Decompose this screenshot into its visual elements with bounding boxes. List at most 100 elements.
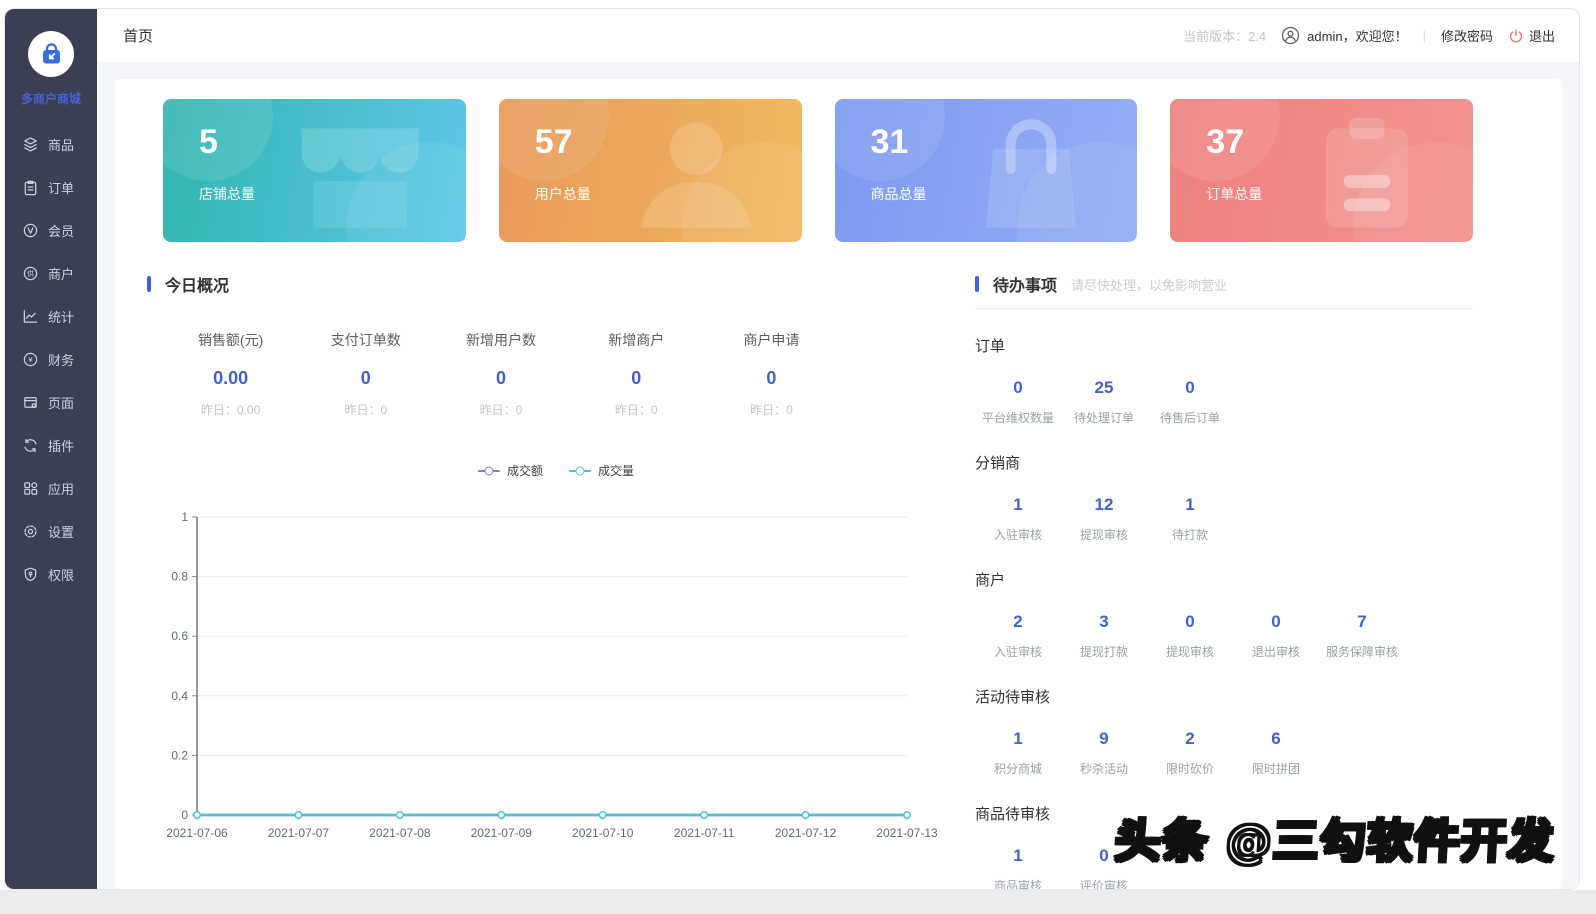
todo-item-label: 提现审核 <box>1165 645 1214 659</box>
svg-text:0: 0 <box>181 808 188 822</box>
today-stat-value: 0 <box>496 368 507 388</box>
plugin-refresh-icon <box>24 438 37 453</box>
sidebar-item-goods[interactable]: 商品 <box>5 123 97 166</box>
apps-grid-icon <box>24 482 38 495</box>
todo-item[interactable]: 1 待打款 <box>1147 495 1233 543</box>
sidebar-item-statistics[interactable]: 统计 <box>5 295 97 338</box>
toutiao-watermark: 头条 @三勾软件开发 <box>1112 813 1557 870</box>
sidebar-item-label: 页面 <box>48 396 75 411</box>
layers-icon <box>24 137 37 152</box>
legend-item-volume[interactable]: 成交量 <box>569 462 634 479</box>
todo-item[interactable]: 0 平台维权数量 <box>975 378 1061 426</box>
svg-text:2021-07-11: 2021-07-11 <box>674 826 735 840</box>
shield-icon <box>24 567 37 582</box>
todo-item[interactable]: 2 入驻审核 <box>975 612 1061 660</box>
sidebar-item-merchants[interactable]: 供 商户 <box>5 252 97 295</box>
svg-text:¥: ¥ <box>28 355 33 364</box>
todo-items-row: 1 积分商城 9 秒杀活动 2 限时砍价 6 限时拼团 <box>975 729 1473 777</box>
svg-text:0.6: 0.6 <box>171 629 188 643</box>
todo-item-label: 积分商城 <box>993 762 1042 776</box>
todo-item[interactable]: 6 限时拼团 <box>1233 729 1319 777</box>
svg-text:供: 供 <box>27 269 34 278</box>
sidebar-item-label: 会员 <box>48 224 75 239</box>
todo-item-value: 1 <box>1185 495 1195 514</box>
today-stat-merchant-applications: 商户申请 0 昨日：0 <box>704 330 839 418</box>
sidebar-item-label: 统计 <box>48 310 75 325</box>
brand-name: 多商户商城 <box>20 92 81 106</box>
svg-text:0.8: 0.8 <box>171 570 188 584</box>
today-stat-new-merchants: 新增商户 0 昨日：0 <box>569 330 704 418</box>
todo-item[interactable]: 0 退出审核 <box>1233 612 1319 660</box>
sidebar-menu: 商品 订单 会员 供 商户 统计 ¥ 财务 页面 插件 应用 设置 权限 <box>5 123 97 596</box>
todo-item-label: 评价审核 <box>1079 879 1128 889</box>
todo-subtitle: 请尽快处理，以免影响营业 <box>1071 277 1228 293</box>
today-stat-yesterday: 昨日：0 <box>614 403 658 417</box>
sidebar-item-apps[interactable]: 应用 <box>5 467 97 510</box>
sidebar-item-plugins[interactable]: 插件 <box>5 424 97 467</box>
todo-item-label: 提现打款 <box>1079 645 1128 659</box>
sidebar-item-members[interactable]: 会员 <box>5 209 97 252</box>
todo-item-label: 入驻审核 <box>993 645 1042 659</box>
legend-item-amount[interactable]: 成交额 <box>477 462 543 479</box>
header-right: 当前版本：2.4 admin，欢迎您！ | 修改密码 退出 <box>1183 26 1555 45</box>
stat-label: 商品总量 <box>870 186 927 202</box>
today-stat-label: 支付订单数 <box>330 332 401 348</box>
stat-value: 37 <box>1206 123 1245 161</box>
todo-item-value: 0 <box>1185 378 1195 397</box>
section-bar <box>147 276 151 292</box>
sidebar-item-permissions[interactable]: 权限 <box>5 553 97 596</box>
legend-marker-amount <box>477 469 500 472</box>
todo-item[interactable]: 1 商品审核 <box>975 846 1061 889</box>
todo-item-label: 秒杀活动 <box>1079 762 1128 776</box>
sidebar-item-label: 设置 <box>48 525 75 540</box>
today-stat-new-users: 新增用户数 0 昨日：0 <box>433 330 568 418</box>
todo-item-label: 限时砍价 <box>1165 762 1214 776</box>
change-password-button[interactable]: 修改密码 <box>1441 26 1493 45</box>
sidebar-item-label: 应用 <box>48 482 75 497</box>
todo-item[interactable]: 2 限时砍价 <box>1147 729 1233 777</box>
stat-label: 用户总量 <box>534 186 591 202</box>
sidebar-item-settings[interactable]: 设置 <box>5 510 97 553</box>
todo-item[interactable]: 1 积分商城 <box>975 729 1061 777</box>
todo-group-distributors: 分销商 1 入驻审核 12 提现审核 1 待打款 <box>975 452 1473 543</box>
todo-item-value: 0 <box>1271 612 1281 631</box>
todo-item-value: 7 <box>1357 612 1367 631</box>
todo-item-label: 待打款 <box>1171 528 1208 542</box>
svg-text:2021-07-13: 2021-07-13 <box>876 826 938 840</box>
todo-item[interactable]: 12 提现审核 <box>1061 495 1147 543</box>
avatar-icon <box>1282 26 1300 45</box>
todo-item[interactable]: 9 秒杀活动 <box>1061 729 1147 777</box>
line-chart-icon <box>23 310 38 323</box>
user-menu[interactable]: admin，欢迎您！ <box>1281 26 1408 45</box>
todo-item[interactable]: 3 提现打款 <box>1061 612 1147 660</box>
todo-group-title: 商户 <box>975 572 1006 589</box>
todo-item[interactable]: 7 服务保障审核 <box>1319 612 1405 660</box>
stat-card-users: 57 用户总量 <box>498 99 802 242</box>
sidebar-item-orders[interactable]: 订单 <box>5 166 97 209</box>
legend-marker-volume <box>569 469 591 472</box>
todo-item[interactable]: 1 入驻审核 <box>975 495 1061 543</box>
todo-item[interactable]: 25 待处理订单 <box>1061 378 1147 426</box>
sidebar-item-finance[interactable]: ¥ 财务 <box>5 338 97 381</box>
todo-item[interactable]: 0 提现审核 <box>1147 612 1233 660</box>
header-divider: | <box>1422 28 1426 43</box>
todo-item-label: 待售后订单 <box>1159 411 1220 425</box>
breadcrumb[interactable]: 首页 <box>123 25 153 46</box>
stat-value: 57 <box>534 123 573 161</box>
svg-text:2021-07-08: 2021-07-08 <box>369 826 431 840</box>
logout-button[interactable]: 退出 <box>1508 26 1555 45</box>
todo-items-row: 2 入驻审核 3 提现打款 0 提现审核 0 退出审核 7 服务保障审核 <box>975 612 1473 660</box>
today-stat-paid-orders: 支付订单数 0 昨日：0 <box>298 330 433 418</box>
today-stat-yesterday: 昨日：0 <box>344 403 388 417</box>
sidebar-item-pages[interactable]: 页面 <box>5 381 97 424</box>
svg-text:0.2: 0.2 <box>171 748 188 762</box>
chart-legend: 成交额 成交量 <box>163 462 949 479</box>
today-stat-value: 0 <box>766 368 777 388</box>
today-stat-label: 新增用户数 <box>466 332 536 348</box>
content-area: 5 店铺总量 57 用户总量 31 商品总量 37 订单总量 今日概况 销售额(… <box>97 63 1579 889</box>
today-section-head: 今日概况 <box>147 272 949 296</box>
todo-item-value: 0 <box>1185 612 1195 631</box>
today-stat-label: 新增商户 <box>608 332 665 348</box>
dashboard-columns: 今日概况 销售额(元) 0.00 昨日：0.00 支付订单数 0 昨日：0 新增… <box>147 272 1473 889</box>
todo-item[interactable]: 0 待售后订单 <box>1147 378 1233 426</box>
